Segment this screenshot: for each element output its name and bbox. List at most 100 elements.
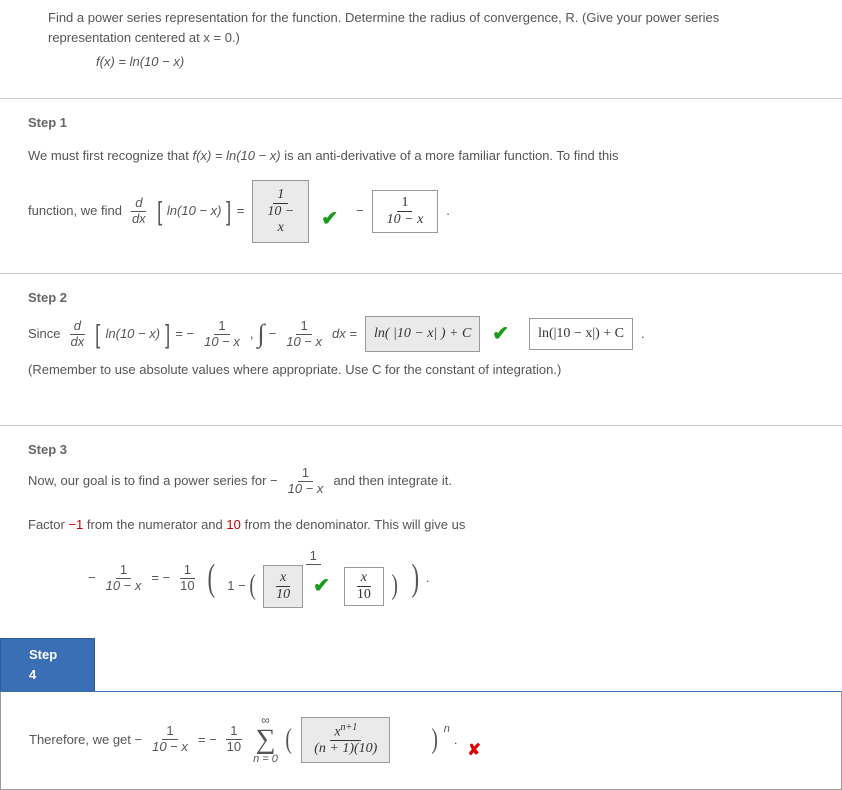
period: . [446,201,450,221]
num: 1 [180,563,195,579]
text: Since [28,324,61,344]
step-2: Step 2 Since d dx [ ln(10 − x) ] = − 1 1… [0,273,842,417]
step-3-correct-box: x 10 [344,567,384,606]
step-2-equation: Since d dx [ ln(10 − x) ] = − 1 10 − x ,… [28,314,814,354]
den: 10 [176,579,198,594]
lhs-frac: 1 10 − x [148,724,192,755]
eq-neg: = − [151,568,170,588]
text: from the numerator and [83,517,226,532]
check-icon: ✔ [313,575,330,598]
step-4-answer-box[interactable]: xn+1 (n + 1)(10) [301,717,390,763]
fn-lhs: f(x) [96,54,115,69]
num: 1 [273,187,288,204]
check-icon: ✔ [321,204,338,235]
right-paren-icon: ) [432,718,439,761]
left-bracket-icon: [ [157,191,162,231]
step-3-equation: − 1 10 − x = − 1 10 ( 1 1 − ( [88,549,814,608]
equals: = [237,201,245,221]
step-1-line-1: We must first recognize that f(x) = ln(1… [28,146,814,166]
den: 10 − x [148,740,192,755]
one-tenth: 1 10 [176,563,198,594]
num: 1 [296,319,311,335]
num: xn+1 [330,722,361,742]
correct-text: ln(|10 − x|) + C [538,323,624,345]
answer-text: ln( |10 − x| ) + C [374,323,471,345]
right-paren-icon: ) [412,549,420,608]
num: 1 [162,724,177,740]
den-b: x [278,220,284,235]
step-1-title: Step 1 [0,99,842,139]
right-bracket-icon: ] [227,191,232,231]
step-1-answer-box[interactable]: 1 10 − x [252,180,309,243]
num: 1 [397,195,412,212]
step-4-equation: Therefore, we get − 1 10 − x = − 1 10 ∞ … [29,714,813,765]
num: x [276,570,290,587]
instructions: Find a power series representation for t… [0,8,842,52]
summation-icon: ∞ ∑ n = 0 [253,714,278,765]
den: 10 − x [102,579,146,594]
left-paren-icon: ( [285,718,292,761]
one-minus: 1 − [227,579,245,594]
text: Factor [28,517,68,532]
den: 10 − x [383,212,428,228]
correct-frac: 1 10 − x [383,195,428,228]
den: dx [128,212,150,227]
big-frac: 1 1 − ( x 10 ✔ [223,549,403,608]
den: 10 − x [282,335,326,350]
dx-eq: dx = [332,324,357,344]
step-2-note: (Remember to use absolute values where a… [28,360,814,380]
text: Therefore, we get − [29,730,142,750]
step-3-line-2: Factor −1 from the numerator and 10 from… [28,515,814,535]
den: 10 [223,740,245,755]
den: 10 − x [263,204,298,236]
den-a: 10 − [267,204,294,219]
lhs-frac: 1 10 − x [102,563,146,594]
frac1: 1 10 − x [200,319,244,350]
text: We must first recognize that [28,148,193,163]
int-frac: 1 10 − x [282,319,326,350]
den: 10 − x [284,482,328,497]
check-icon: ✔ [492,319,509,350]
step-3: Step 3 Now, our goal is to find a power … [0,425,842,630]
inner-right-paren-icon: ) [391,570,398,602]
period: . [454,730,458,750]
frac: 1 10 − x [284,466,328,497]
sigma-icon: ∑ [256,726,276,754]
text: Now, our goal is to find a power series … [28,471,278,491]
step-3-answer-box[interactable]: x 10 [263,565,303,608]
step-3-line-1: Now, our goal is to find a power series … [28,466,814,497]
inner-left-paren-icon: ( [249,570,256,602]
step-2-title: Step 2 [0,274,842,314]
correct-frac: x 10 [353,570,375,603]
step-1-correct-box: 1 10 − x [372,190,439,233]
den: 10 [353,587,375,603]
den: 10 − x [200,335,244,350]
step-3-title: Step 3 [0,426,842,466]
comma: , [250,324,254,344]
step-1-equation: function, we find d dx [ ln(10 − x) ] = … [28,180,814,243]
neg: − [88,568,96,588]
den: dx [67,335,89,350]
step-2-correct-box: ln(|10 − x|) + C [529,318,633,350]
equals-neg: = − [175,324,194,344]
answer-frac: 1 10 − x [263,187,298,236]
num: x [357,570,371,587]
one-tenth: 1 10 [223,724,245,755]
num: d [131,196,146,212]
num: d [70,319,85,335]
red-10: 10 [226,517,240,532]
step-4: Step 4 Therefore, we get − 1 10 − x = − … [0,638,842,790]
ln-expr: ln(10 − x) [106,324,161,344]
neg: − [269,324,277,344]
step-2-answer-box[interactable]: ln( |10 − x| ) + C [365,316,480,352]
num: 1 [214,319,229,335]
cross-icon: ✘ [467,739,480,764]
den-text: 10 − x [387,212,424,227]
exp-n: n [444,721,450,738]
num: 1 [226,724,241,740]
integral-icon: ∫ [258,314,265,354]
text: from the denominator. This will give us [241,517,465,532]
eq-neg: = − [198,730,217,750]
text-math: f(x) = ln(10 − x) [193,148,281,163]
period: . [641,324,645,344]
